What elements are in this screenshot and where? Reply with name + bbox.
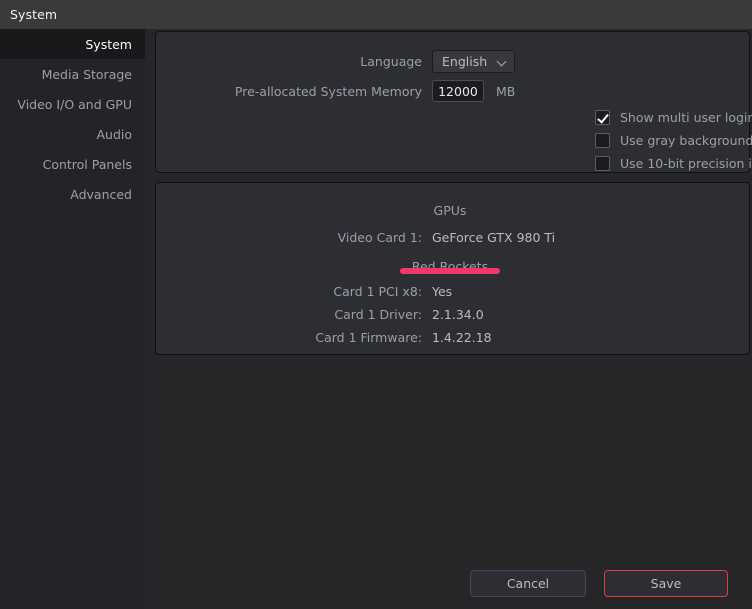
card-firmware-value: 1.4.22.18 <box>432 329 492 345</box>
red-rockets-annotation-underline <box>400 268 500 274</box>
language-select-value: English <box>442 53 488 69</box>
checkbox-row-10bit-precision[interactable]: Use 10-bit precision in viewers if avail… <box>595 154 752 172</box>
preallocated-memory-row: Pre-allocated System Memory MB <box>156 80 751 102</box>
chevron-down-icon <box>498 57 507 66</box>
sidebar-item-label: Media Storage <box>41 66 132 82</box>
card-pci-row: Card 1 PCI x8: Yes <box>156 280 751 302</box>
sidebar-item-system[interactable]: System <box>0 29 145 59</box>
card-pci-value: Yes <box>432 283 453 299</box>
checkbox-multi-user-login[interactable] <box>595 109 610 125</box>
checkbox-row-gray-background[interactable]: Use gray background for user interface <box>595 131 752 149</box>
checkbox-row-multi-user-login[interactable]: Show multi user login window <box>595 108 752 126</box>
sidebar-item-label: System <box>85 36 132 52</box>
cancel-button-label: Cancel <box>506 576 550 591</box>
sidebar-item-control-panels[interactable]: Control Panels <box>0 149 145 179</box>
card-driver-value: 2.1.34.0 <box>432 306 484 322</box>
video-card-label: Video Card 1: <box>337 229 422 245</box>
preallocated-memory-input[interactable] <box>432 80 484 102</box>
gpus-heading: GPUs <box>433 203 467 218</box>
memory-unit-label: MB <box>496 83 516 99</box>
video-card-row: Video Card 1: GeForce GTX 980 Ti <box>156 226 751 248</box>
sidebar-item-audio[interactable]: Audio <box>0 119 145 149</box>
sidebar-item-label: Advanced <box>70 186 132 202</box>
preallocated-memory-label: Pre-allocated System Memory <box>234 83 422 99</box>
card-driver-label: Card 1 Driver: <box>334 306 422 322</box>
card-firmware-row: Card 1 Firmware: 1.4.22.18 <box>156 326 751 348</box>
card-firmware-label: Card 1 Firmware: <box>315 329 422 345</box>
sidebar-item-label: Control Panels <box>42 156 132 172</box>
sidebar-item-video-io-and-gpu[interactable]: Video I/O and GPU <box>0 89 145 119</box>
settings-sidebar: System Media Storage Video I/O and GPU A… <box>0 29 145 609</box>
language-row: Language English <box>156 49 751 73</box>
system-preferences-window: System System Media Storage Video I/O an… <box>0 0 752 609</box>
video-card-value: GeForce GTX 980 Ti <box>432 229 556 245</box>
save-button-label: Save <box>650 576 682 591</box>
language-label: Language <box>360 53 422 69</box>
checkbox-gray-background[interactable] <box>595 132 610 148</box>
checkbox-label: Use 10-bit precision in viewers if avail… <box>620 155 752 171</box>
sidebar-item-media-storage[interactable]: Media Storage <box>0 59 145 89</box>
language-select[interactable]: English <box>432 49 515 73</box>
cancel-button[interactable]: Cancel <box>470 570 586 597</box>
card-pci-label: Card 1 PCI x8: <box>333 283 422 299</box>
sidebar-item-label: Video I/O and GPU <box>17 96 132 112</box>
card-driver-row: Card 1 Driver: 2.1.34.0 <box>156 303 751 325</box>
window-title-bar: System <box>0 0 752 29</box>
sidebar-item-advanced[interactable]: Advanced <box>0 179 145 209</box>
window-title: System <box>10 7 58 22</box>
checkbox-label: Use gray background for user interface <box>620 132 752 148</box>
checkbox-label: Show multi user login window <box>620 109 752 125</box>
checkbox-10bit-precision[interactable] <box>595 155 610 171</box>
system-settings-panel: Language English Pre-allocated System Me… <box>155 31 752 173</box>
save-button[interactable]: Save <box>604 570 728 597</box>
sidebar-item-label: Audio <box>96 126 132 142</box>
